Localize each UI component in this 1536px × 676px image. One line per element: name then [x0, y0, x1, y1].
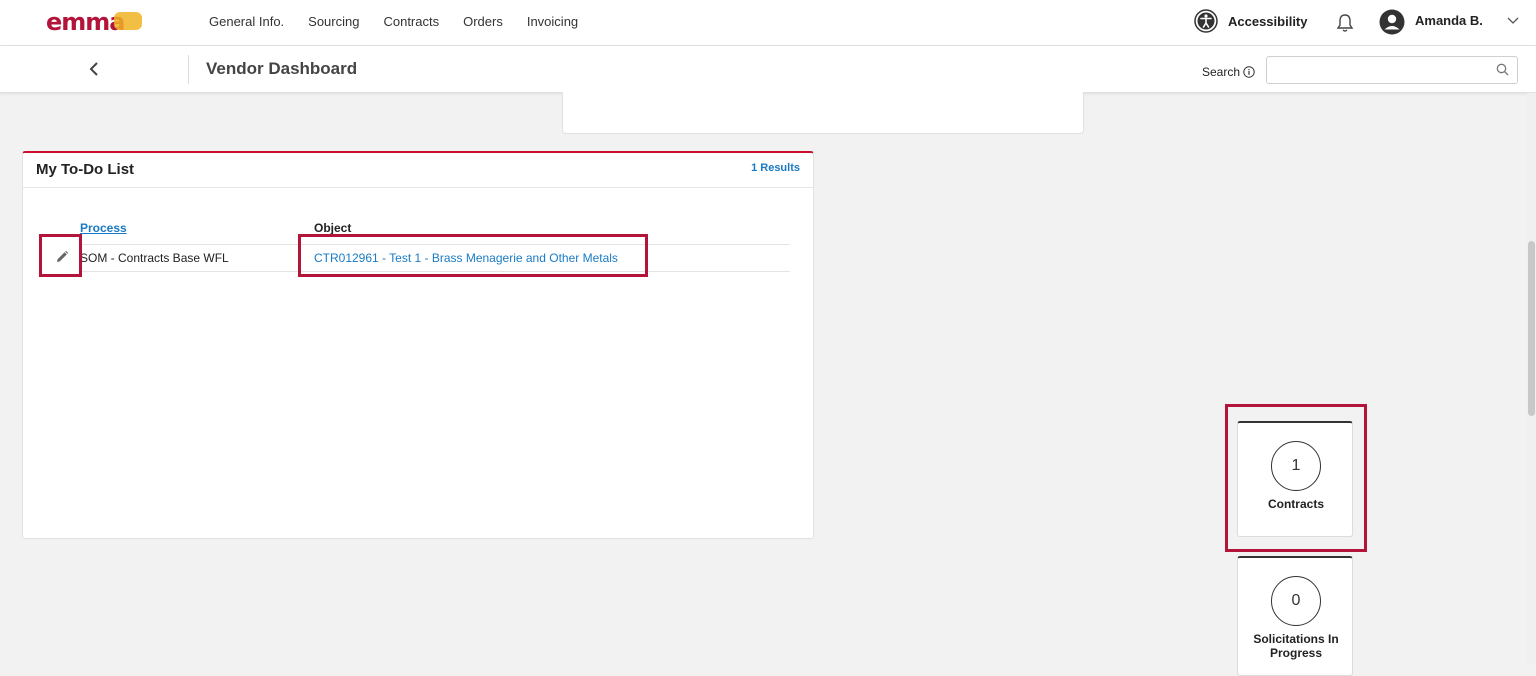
notification-bell-icon[interactable]	[1336, 13, 1354, 33]
back-chevron-icon[interactable]	[86, 60, 104, 78]
search-label-text: Search	[1202, 65, 1241, 79]
contracts-label: Contracts	[1267, 497, 1324, 511]
nav-sourcing[interactable]: Sourcing	[308, 14, 359, 29]
todo-header: My To-Do List 1 Results	[23, 153, 813, 188]
todo-list-panel: My To-Do List 1 Results Process Object S…	[22, 151, 814, 539]
solicitations-count: 0	[1271, 576, 1321, 626]
pencil-edit-icon[interactable]	[55, 250, 69, 264]
column-header-process[interactable]: Process	[80, 221, 127, 235]
nav-contracts[interactable]: Contracts	[383, 14, 439, 29]
dashboard-card	[562, 92, 1084, 134]
search-label: Search	[1202, 65, 1255, 79]
search-input[interactable]	[1266, 56, 1518, 84]
user-avatar-icon[interactable]	[1379, 9, 1405, 35]
emma-logo[interactable]: emma	[44, 8, 144, 36]
main-nav: General Info. Sourcing Contracts Orders …	[209, 0, 602, 42]
info-icon[interactable]	[1243, 66, 1255, 78]
page-scrollbar[interactable]	[1527, 93, 1536, 665]
process-cell: SOM - Contracts Base WFL	[80, 251, 229, 265]
user-name[interactable]: Amanda B.	[1415, 13, 1483, 28]
contracts-count: 1	[1271, 441, 1321, 491]
accessibility-label: Accessibility	[1228, 13, 1308, 29]
row-divider	[80, 244, 790, 245]
object-link[interactable]: CTR012961 - Test 1 - Brass Menagerie and…	[314, 251, 618, 265]
chevron-down-icon[interactable]	[1506, 16, 1520, 26]
nav-orders[interactable]: Orders	[463, 14, 503, 29]
results-count: 1 Results	[751, 162, 800, 174]
svg-text:emma: emma	[46, 8, 125, 36]
row-divider	[80, 271, 790, 272]
sub-header: Vendor Dashboard Search	[0, 46, 1536, 93]
contracts-tile[interactable]: 1 Contracts	[1237, 421, 1353, 537]
divider	[188, 55, 189, 84]
page-title: Vendor Dashboard	[206, 59, 358, 78]
nav-invoicing[interactable]: Invoicing	[527, 14, 578, 29]
column-header-object: Object	[314, 221, 352, 235]
accessibility-icon	[1194, 9, 1218, 33]
accessibility-button[interactable]: Accessibility	[1194, 9, 1308, 33]
solicitations-tile[interactable]: 0 Solicitations In Progress	[1237, 556, 1353, 676]
top-navigation-bar: emma General Info. Sourcing Contracts Or…	[0, 0, 1536, 46]
solicitations-label: Solicitations In Progress	[1253, 632, 1339, 660]
todo-title: My To-Do List	[36, 161, 135, 178]
nav-general-info[interactable]: General Info.	[209, 14, 284, 29]
scrollbar-thumb[interactable]	[1528, 241, 1535, 416]
